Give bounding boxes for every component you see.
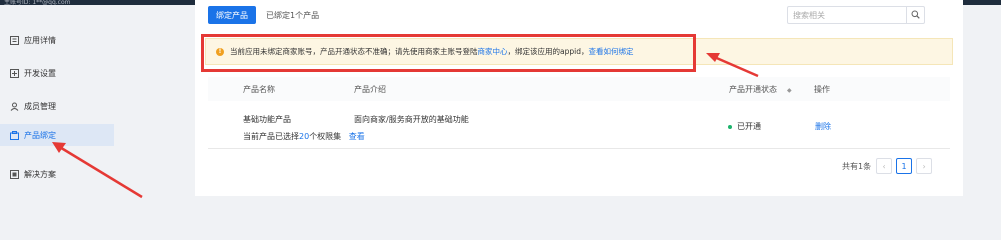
tab-bind-product[interactable]: 绑定产品 xyxy=(208,6,256,24)
sidebar-item-product-bind[interactable]: 产品绑定 xyxy=(0,124,114,146)
sidebar-item-label: 成员管理 xyxy=(24,101,56,111)
permission-prefix: 当前产品已选择 xyxy=(243,132,299,141)
table-row: 基础功能产品 面向商家/服务商开放的基础功能 已开通 删除 当前产品已选择20个… xyxy=(208,101,950,149)
status-dot-icon xyxy=(728,124,732,129)
members-icon xyxy=(9,101,19,111)
sidebar-item-label: 开发设置 xyxy=(24,68,56,78)
column-header-name: 产品名称 xyxy=(243,84,275,94)
search-icon xyxy=(911,10,920,21)
permission-summary: 当前产品已选择20个权限集 查看 xyxy=(243,131,365,142)
sidebar: 应用详情 开发设置 成员管理 产品绑定 解决方案 xyxy=(0,5,128,233)
app-detail-icon xyxy=(9,35,19,45)
chevron-right-icon: › xyxy=(922,161,926,171)
chevron-left-icon: ‹ xyxy=(882,161,886,171)
status-text: 已开通 xyxy=(737,122,761,131)
search-box xyxy=(787,6,925,24)
product-table: 产品名称 产品介绍 产品开通状态 ◆ 操作 基础功能产品 面向商家/服务商开放的基… xyxy=(208,77,950,149)
view-permissions-link[interactable]: 查看 xyxy=(349,132,365,141)
sidebar-item-members[interactable]: 成员管理 xyxy=(0,95,114,117)
permission-count: 20 xyxy=(299,132,310,141)
permission-suffix: 个权限集 xyxy=(309,132,342,141)
column-header-status-label: 产品开通状态 xyxy=(729,84,777,94)
next-page-button[interactable]: › xyxy=(916,158,933,174)
column-header-status[interactable]: 产品开通状态 ◆ xyxy=(729,84,792,95)
sidebar-item-solution[interactable]: 解决方案 xyxy=(0,163,114,185)
pagination: 共有1条 ‹ 1 › xyxy=(842,158,933,174)
delete-link[interactable]: 删除 xyxy=(815,121,831,132)
search-input[interactable] xyxy=(793,8,907,22)
tab-bar: 绑定产品 已绑定1个产品 xyxy=(208,6,319,24)
sidebar-item-dev-settings[interactable]: 开发设置 xyxy=(0,62,114,84)
main-card: 绑定产品 已绑定1个产品 ! 当前应用未绑定商家账号，产品开通状态不准确；请先使… xyxy=(195,0,963,196)
status-badge: 已开通 xyxy=(728,121,761,132)
search-button[interactable] xyxy=(906,7,924,23)
sort-icon: ◆ xyxy=(787,86,792,94)
bound-count-text: 已绑定1个产品 xyxy=(266,10,320,20)
product-bind-icon xyxy=(9,130,19,140)
total-count-text: 共有1条 xyxy=(842,161,872,171)
annotation-highlight-box xyxy=(201,34,696,72)
page-number-button[interactable]: 1 xyxy=(896,158,913,174)
table-header: 产品名称 产品介绍 产品开通状态 ◆ 操作 xyxy=(208,77,950,101)
sidebar-item-label: 解决方案 xyxy=(24,169,56,179)
column-header-description: 产品介绍 xyxy=(354,84,386,94)
dev-settings-icon xyxy=(9,68,19,78)
column-header-action: 操作 xyxy=(814,84,830,94)
sidebar-item-label: 应用详情 xyxy=(24,35,56,45)
solution-icon xyxy=(9,169,19,179)
sidebar-item-label: 产品绑定 xyxy=(24,130,56,140)
product-name: 基础功能产品 xyxy=(243,115,291,124)
product-description: 面向商家/服务商开放的基础功能 xyxy=(354,115,469,124)
prev-page-button[interactable]: ‹ xyxy=(876,158,893,174)
sidebar-item-app-detail[interactable]: 应用详情 xyxy=(0,29,114,51)
